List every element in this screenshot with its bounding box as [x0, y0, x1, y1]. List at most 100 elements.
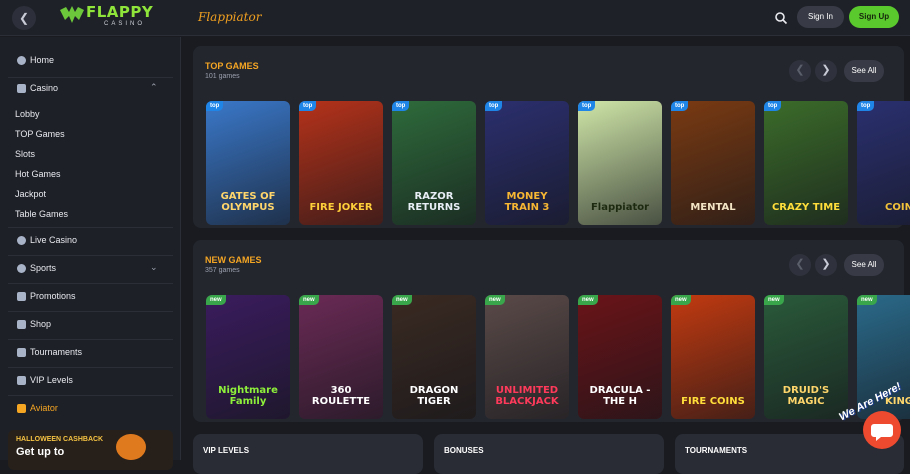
- game-title: COIN: [885, 202, 910, 213]
- game-card[interactable]: new UNLIMITED BLACKJACK: [485, 295, 569, 419]
- search-icon[interactable]: [774, 11, 788, 25]
- sidebar-item-casino[interactable]: Casino ⌃: [0, 76, 180, 102]
- sidebar-item-label: Tournaments: [30, 347, 83, 357]
- chevron-left-icon: ❮: [18, 11, 30, 25]
- game-badge: top: [578, 101, 596, 111]
- see-all-button[interactable]: See All: [844, 60, 884, 82]
- game-badge: top: [299, 101, 317, 111]
- section-count: 357 games: [205, 267, 240, 274]
- back-button[interactable]: ❮: [12, 6, 36, 30]
- game-card[interactable]: top COIN: [857, 101, 910, 225]
- game-card[interactable]: top FIRE JOKER: [299, 101, 383, 225]
- partner-logo[interactable]: Flappiator: [198, 10, 261, 24]
- game-title: UNLIMITED BLACKJACK: [495, 385, 559, 407]
- game-card[interactable]: new DRAGON TIGER: [392, 295, 476, 419]
- sidebar-item-shop[interactable]: Shop: [0, 312, 180, 338]
- sidebar-subitem-table-games[interactable]: Table Games: [15, 209, 68, 219]
- game-badge: new: [206, 295, 226, 305]
- brand-name[interactable]: FLAPPY: [86, 3, 153, 21]
- next-arrow-button[interactable]: ❯: [815, 60, 837, 82]
- sidebar-subitem-hot-games[interactable]: Hot Games: [15, 169, 61, 179]
- chevron-up-icon: ⌃: [150, 82, 158, 92]
- game-card[interactable]: new Nightmare Family: [206, 295, 290, 419]
- prev-arrow-button[interactable]: ❮: [789, 254, 811, 276]
- sidebar-subitem-top-games[interactable]: TOP Games: [15, 129, 65, 139]
- gift-icon: [17, 292, 26, 301]
- see-all-button[interactable]: See All: [844, 254, 884, 276]
- sign-up-button[interactable]: Sign Up: [849, 6, 899, 28]
- game-title: CRAZY TIME: [771, 202, 841, 213]
- card-title: BONUSES: [444, 446, 484, 455]
- game-title: MONEY TRAIN 3: [504, 191, 550, 213]
- game-badge: new: [485, 295, 505, 305]
- game-card[interactable]: top MONEY TRAIN 3: [485, 101, 569, 225]
- game-card[interactable]: top GATES OF OLYMPUS: [206, 101, 290, 225]
- section-count: 101 games: [205, 73, 240, 80]
- sidebar-item-home[interactable]: Home: [0, 48, 180, 74]
- game-card[interactable]: new FIRE COINS: [671, 295, 755, 419]
- sidebar-subitem-jackpot[interactable]: Jackpot: [15, 189, 46, 199]
- promo-title: HALLOWEEN CASHBACK: [16, 436, 104, 443]
- sidebar-item-vip-levels[interactable]: VIP Levels: [0, 368, 180, 394]
- game-card[interactable]: top Flappiator: [578, 101, 662, 225]
- sidebar-item-sports[interactable]: Sports ⌄: [0, 256, 180, 282]
- top-bar: ❮ FLAPPY CASINO Flappiator Sign In Sign …: [0, 0, 910, 36]
- game-title: FIRE JOKER: [309, 202, 373, 213]
- promo-subtitle: Get up to: [16, 446, 65, 458]
- game-badge: new: [764, 295, 784, 305]
- game-badge: new: [299, 295, 319, 305]
- game-title: 360 ROULETTE: [311, 385, 371, 407]
- card-title: TOURNAMENTS: [685, 446, 748, 455]
- live-icon: [17, 236, 26, 245]
- chat-widget-button[interactable]: [863, 411, 901, 449]
- next-arrow-button[interactable]: ❯: [815, 254, 837, 276]
- game-title: Nightmare Family: [218, 385, 278, 407]
- game-title: MENTAL: [690, 202, 736, 213]
- game-badge: top: [671, 101, 689, 111]
- game-card[interactable]: new 360 ROULETTE: [299, 295, 383, 419]
- game-title: DRACULA - THE H: [589, 385, 651, 407]
- game-title: DRUID'S MAGIC: [782, 385, 830, 407]
- game-card[interactable]: top RAZOR RETURNS: [392, 101, 476, 225]
- sidebar-subitem-slots[interactable]: Slots: [15, 149, 35, 159]
- sidebar-item-tournaments[interactable]: Tournaments: [0, 340, 180, 366]
- sidebar-item-promotions[interactable]: Promotions: [0, 284, 180, 310]
- sidebar-item-label: Promotions: [30, 291, 76, 301]
- bat-logo-icon: [60, 6, 84, 23]
- game-badge: new: [671, 295, 691, 305]
- sidebar-item-label: Home: [30, 55, 55, 65]
- sidebar: Home Casino ⌃ Lobby TOP Games Slots Hot …: [0, 37, 181, 470]
- game-card[interactable]: new DRACULA - THE H: [578, 295, 662, 419]
- game-badge: top: [206, 101, 224, 111]
- shop-icon: [17, 320, 26, 329]
- sidebar-item-live-casino[interactable]: Live Casino: [0, 228, 180, 254]
- sidebar-item-label: Sports: [30, 263, 57, 273]
- game-card[interactable]: new DRUID'S MAGIC: [764, 295, 848, 419]
- chevron-down-icon: ⌄: [150, 262, 158, 272]
- sidebar-item-label: VIP Levels: [30, 375, 73, 385]
- vip-levels-card[interactable]: VIP LEVELS: [193, 434, 423, 474]
- chat-icon: [871, 424, 893, 441]
- prev-arrow-button[interactable]: ❮: [789, 60, 811, 82]
- sidebar-item-aviator[interactable]: Aviator: [0, 396, 180, 422]
- pumpkin-icon: [116, 434, 146, 460]
- chevron-left-icon: ❮: [795, 258, 805, 270]
- game-card[interactable]: top CRAZY TIME: [764, 101, 848, 225]
- section-title: NEW GAMES: [205, 255, 262, 265]
- sign-in-button[interactable]: Sign In: [797, 6, 844, 28]
- plane-icon: [17, 404, 26, 413]
- game-badge: new: [392, 295, 412, 305]
- game-badge: new: [857, 295, 877, 305]
- game-badge: top: [764, 101, 782, 111]
- sidebar-subitem-lobby[interactable]: Lobby: [15, 109, 40, 119]
- new-games-section: NEW GAMES 357 games ❮ ❯ See All new Night…: [193, 240, 910, 422]
- halloween-promo-banner[interactable]: HALLOWEEN CASHBACK Get up to: [8, 430, 173, 470]
- game-badge: new: [578, 295, 598, 305]
- chevron-right-icon: ❯: [821, 258, 831, 270]
- game-title: Flappiator: [590, 202, 650, 213]
- game-card[interactable]: top MENTAL: [671, 101, 755, 225]
- home-icon: [17, 56, 26, 65]
- bonuses-card[interactable]: BONUSES: [434, 434, 664, 474]
- sidebar-item-label: Aviator: [30, 403, 58, 413]
- sidebar-item-label: Shop: [30, 319, 52, 329]
